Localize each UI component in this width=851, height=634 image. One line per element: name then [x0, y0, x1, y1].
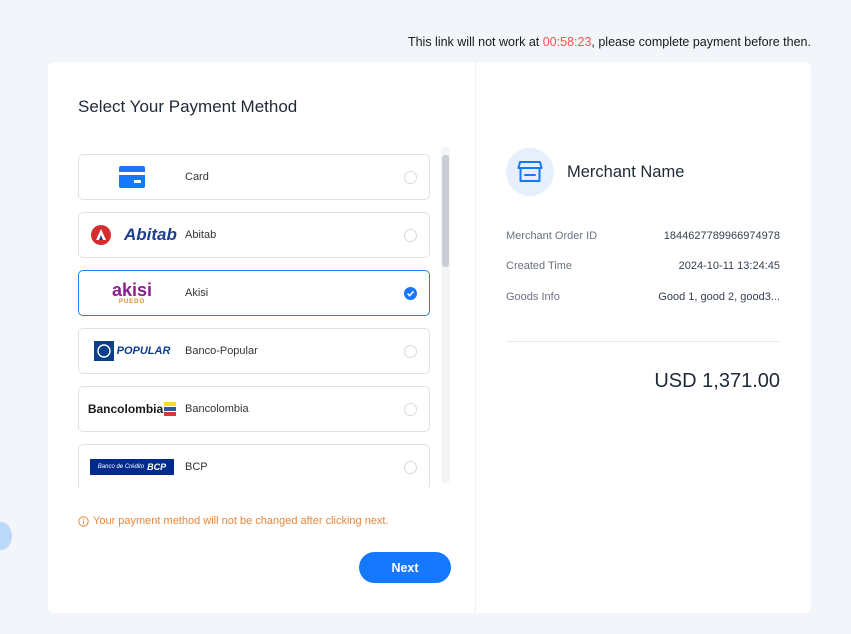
info-value: 1844627789966974978 [663, 230, 780, 242]
checkout-card: Select Your Payment Method Card Abitab A… [48, 62, 811, 613]
info-value: 2024-10-11 13:24:45 [678, 260, 780, 272]
vertical-divider [475, 62, 476, 613]
bcp-logo-text: Banco de Crédito [97, 464, 145, 470]
radio-button[interactable] [404, 229, 417, 242]
next-button[interactable]: Next [359, 552, 451, 583]
radio-button[interactable] [404, 403, 417, 416]
bancolombia-logo: Bancolombia [79, 387, 185, 431]
horizontal-divider [506, 341, 780, 342]
card-icon [79, 155, 185, 199]
payment-method-title: Select Your Payment Method [78, 97, 298, 116]
goods-info-row: Goods Info Good 1, good 2, good3... [506, 291, 780, 303]
payment-method-card[interactable]: Card [78, 154, 430, 200]
created-time-row: Created Time 2024-10-11 13:24:45 [506, 260, 780, 272]
expiry-prefix: This link will not work at [407, 35, 543, 49]
method-label: BCP [185, 461, 208, 473]
scrollbar[interactable] [441, 147, 450, 483]
payment-method-bancolombia[interactable]: Bancolombia Bancolombia [78, 386, 430, 432]
warning-text: Your payment method will not be changed … [93, 515, 389, 527]
total-amount: USD 1,371.00 [654, 370, 780, 392]
floating-indicator[interactable] [0, 522, 12, 550]
info-key: Merchant Order ID [506, 230, 598, 242]
merchant-name: Merchant Name [567, 162, 685, 181]
store-icon [506, 148, 554, 196]
bcp-logo: Banco de Crédito BCP [79, 445, 185, 488]
radio-button[interactable] [404, 345, 417, 358]
method-label: Abitab [185, 229, 217, 241]
banco-popular-logo: POPULAR [79, 329, 185, 373]
order-id-row: Merchant Order ID 1844627789966974978 [506, 230, 780, 242]
info-key: Created Time [506, 260, 573, 272]
warning-message: Your payment method will not be changed … [78, 515, 389, 527]
banco-popular-logo-text: POPULAR [116, 345, 171, 357]
radio-button[interactable] [404, 171, 417, 184]
payment-method-abitab[interactable]: Abitab Abitab [78, 212, 430, 258]
abitab-logo: Abitab [79, 213, 185, 257]
radio-button-checked[interactable] [404, 287, 417, 300]
info-icon [78, 515, 89, 527]
abitab-logo-text: Abitab [124, 225, 177, 244]
payment-method-banco-popular[interactable]: POPULAR Banco-Popular [78, 328, 430, 374]
akisi-logo-text: akisi [111, 280, 153, 300]
merchant-header: Merchant Name [506, 148, 684, 196]
method-label: Card [185, 171, 209, 183]
bancolombia-logo-text: Bancolombia [87, 402, 164, 416]
info-value: Good 1, good 2, good3... [658, 291, 780, 303]
akisi-logo-sub: PUEDO [118, 299, 146, 305]
method-label: Akisi [185, 287, 209, 299]
method-label: Bancolombia [185, 403, 249, 415]
akisi-logo: akisi PUEDO [79, 271, 185, 315]
scroll-thumb[interactable] [442, 155, 449, 267]
info-key: Goods Info [506, 291, 560, 303]
expiry-suffix: , please complete payment before then. [591, 35, 811, 49]
expiry-timer: 00:58:23 [542, 35, 592, 49]
payment-method-list: Card Abitab Abitab akisi PUEDO Akisi POP… [78, 154, 430, 488]
payment-method-akisi[interactable]: akisi PUEDO Akisi [78, 270, 430, 316]
payment-method-bcp[interactable]: Banco de Crédito BCP BCP [78, 444, 430, 488]
radio-button[interactable] [404, 461, 417, 474]
bcp-logo-badge: BCP [147, 462, 167, 472]
method-label: Banco-Popular [185, 345, 258, 357]
check-icon [406, 290, 415, 297]
expiry-notice: This link will not work at 00:58:23, ple… [408, 35, 811, 49]
